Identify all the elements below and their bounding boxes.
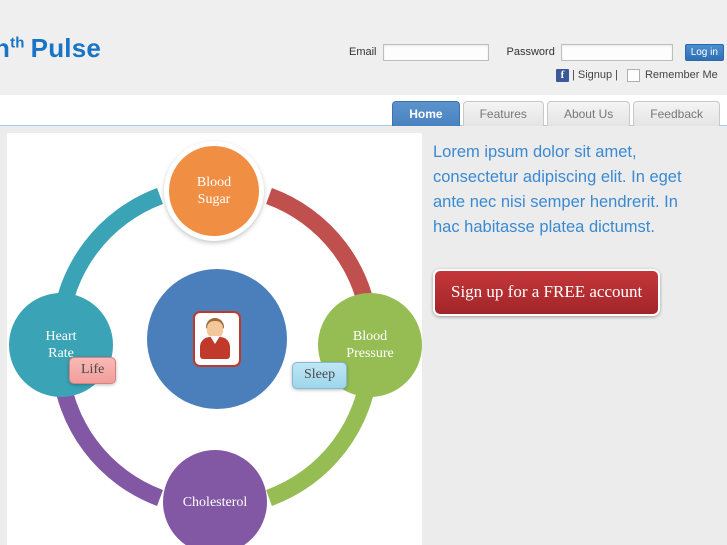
node-blood-sugar-line2: Sugar [197,192,231,207]
hero-panel: Lorem ipsum dolor sit amet, consectetur … [433,140,723,540]
login-secondary-row: f | Signup | Remember Me [556,68,727,82]
wheel-panel: Blood Sugar Heart Rate Blood Pressure Ch… [7,133,422,545]
node-blood-sugar[interactable]: Blood Sugar [164,141,264,241]
person-avatar-icon [193,311,241,367]
nav-tabs: Home Features About Us Feedback [392,101,720,126]
signup-link[interactable]: Signup [578,69,612,81]
tab-home[interactable]: Home [392,101,460,126]
email-field[interactable] [382,43,489,61]
node-center-user [147,269,287,409]
logo-pulse: Pulse [30,33,102,63]
separator-right: | [615,69,618,81]
node-blood-pressure-line1: Blood [352,329,388,344]
separator-left: | [572,69,575,81]
chip-life[interactable]: Life [69,357,117,384]
node-cholesterol[interactable]: Cholesterol [163,450,267,545]
tab-about-us[interactable]: About Us [546,101,631,126]
node-heart-rate-line1: Heart [45,329,77,344]
email-label: Email [349,46,377,58]
facebook-icon[interactable]: f [556,68,569,82]
remember-me-label: Remember Me [644,69,718,81]
signup-cta-button[interactable]: Sign up for a FREE account [433,269,661,316]
password-field[interactable] [560,43,673,61]
site-logo[interactable]: nth Pulse [0,33,101,64]
node-cholesterol-label: Cholesterol [182,494,248,510]
avatar-face [207,321,223,338]
site-header: nth Pulse Email Password Log in f | Signu… [0,0,727,95]
password-label: Password [506,46,555,58]
logo-superscript: th [10,34,25,52]
hero-paragraph: Lorem ipsum dolor sit amet, consectetur … [433,143,682,236]
chip-sleep[interactable]: Sleep [292,362,348,389]
node-blood-pressure-line2: Pressure [346,346,394,361]
tab-feedback[interactable]: Feedback [633,101,720,126]
nav-bar: Home Features About Us Feedback [0,95,727,126]
tab-features[interactable]: Features [462,101,544,126]
remember-me-checkbox[interactable] [626,68,640,82]
log-in-button[interactable]: Log in [684,43,724,61]
node-blood-sugar-line1: Blood [196,175,232,190]
login-fields-row: Email Password Log in [349,43,727,61]
health-wheel-diagram: Blood Sugar Heart Rate Blood Pressure Ch… [7,133,422,545]
logo-n: n [0,33,11,63]
login-area: Email Password Log in f | Signup | Remem… [349,43,727,89]
